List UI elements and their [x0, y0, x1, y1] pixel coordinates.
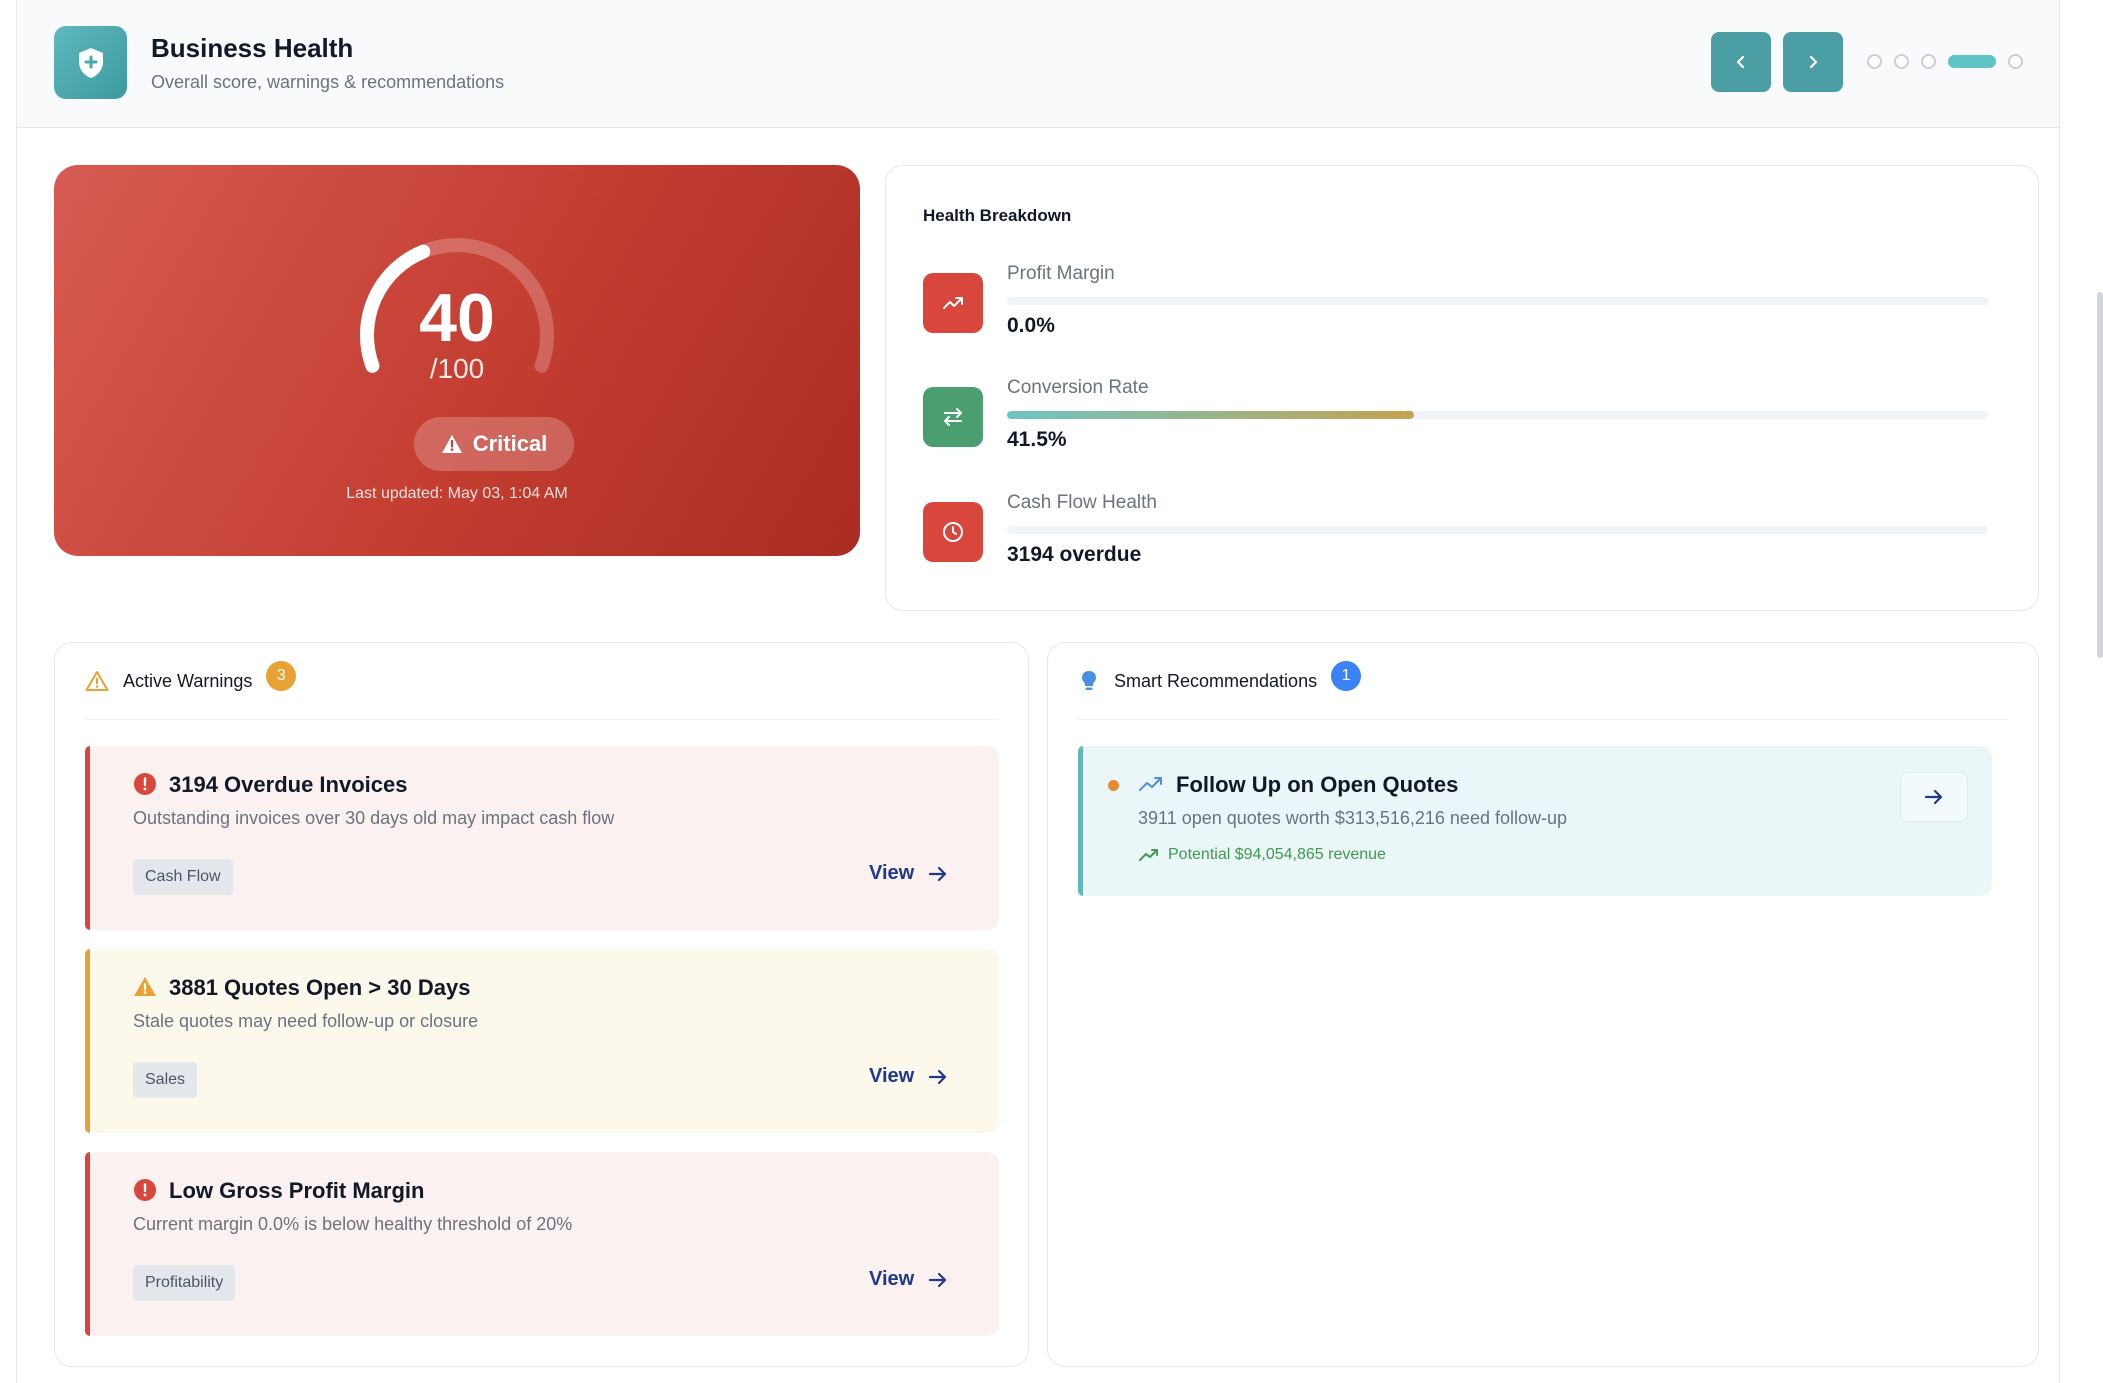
metric-label: Profit Margin: [1007, 263, 1115, 284]
view-button[interactable]: View: [869, 862, 948, 885]
chevron-right-icon: [1809, 55, 1818, 69]
trend-up-icon: [923, 273, 983, 333]
warning-description: Stale quotes may need follow-up or closu…: [133, 1011, 479, 1031]
potential-revenue: Potential $94,054,865 revenue: [1138, 846, 1386, 864]
metric-value: 0.0%: [1007, 314, 1055, 337]
metric-progress-track: [1007, 526, 1988, 534]
health-breakdown: Health Breakdown Profit Margin 0.0% Conv…: [885, 165, 2039, 611]
trend-up-icon: [1139, 849, 1158, 861]
arrow-right-icon: [929, 1272, 947, 1287]
recommendations-count-badge: 1: [1331, 661, 1362, 691]
lightbulb-icon: [1082, 671, 1096, 690]
page-subtitle: Overall score, warnings & recommendation…: [151, 72, 505, 92]
score-value: 40: [419, 280, 495, 356]
warning-tag: Cash Flow: [133, 859, 233, 895]
carousel-dot[interactable]: [1948, 54, 1996, 68]
warning-tag: Profitability: [133, 1265, 236, 1301]
last-updated: Last updated: May 03, 1:04 AM: [346, 485, 568, 502]
metric-progress-fill: [1007, 411, 1415, 419]
view-label: View: [869, 1065, 915, 1087]
score-max: /100: [429, 353, 485, 384]
warning-triangle-icon: [441, 435, 462, 453]
arrow-right-icon: [929, 866, 947, 881]
warnings-panel: Active Warnings 3 3194 Overdue Invoices …: [54, 642, 1029, 1367]
potential-label: Potential $94,054,865 revenue: [1168, 846, 1386, 863]
business-health-panel: Business Health Overall score, warnings …: [16, 0, 2060, 1383]
priority-dot: [1108, 780, 1119, 791]
view-button[interactable]: View: [869, 1268, 948, 1291]
metric-value: 41.5%: [1007, 428, 1067, 451]
metric-progress-track: [1007, 411, 1988, 419]
warning-title: 3194 Overdue Invoices: [169, 772, 408, 797]
view-button[interactable]: View: [869, 1065, 948, 1088]
metric-label: Cash Flow Health: [1007, 492, 1157, 513]
page-title: Business Health: [151, 33, 354, 63]
metric-cash-flow-health: Cash Flow Health 3194 overdue: [923, 492, 2003, 572]
trend-up-icon: [1139, 777, 1162, 791]
warnings-count-badge: 3: [266, 661, 297, 691]
alert-circle-icon: [134, 1179, 156, 1201]
recommendation-description: 3911 open quotes worth $313,516,216 need…: [1138, 808, 1568, 828]
warnings-header: Active Warnings 3: [85, 643, 999, 720]
warnings-title: Active Warnings: [123, 670, 253, 691]
warning-title: Low Gross Profit Margin: [169, 1178, 425, 1203]
status-badge: Critical: [414, 417, 574, 471]
recommendations-title: Smart Recommendations: [1114, 670, 1318, 691]
warning-card: 3881 Quotes Open > 30 Days Stale quotes …: [85, 949, 999, 1133]
warning-title: 3881 Quotes Open > 30 Days: [169, 975, 471, 1000]
view-label: View: [869, 1268, 915, 1290]
warning-card: Low Gross Profit Margin Current margin 0…: [85, 1152, 999, 1336]
carousel-dot[interactable]: [1921, 53, 1936, 69]
warning-card: 3194 Overdue Invoices Outstanding invoic…: [85, 746, 999, 930]
status-label: Critical: [472, 431, 548, 456]
metric-conversion-rate: Conversion Rate 41.5%: [923, 377, 2003, 457]
metric-profit-margin: Profit Margin 0.0%: [923, 263, 2003, 343]
recommendations-header: Smart Recommendations 1: [1078, 643, 2008, 720]
breakdown-title: Health Breakdown: [923, 206, 1072, 225]
carousel-dot[interactable]: [1894, 53, 1909, 69]
recommendation-card: Follow Up on Open Quotes 3911 open quote…: [1078, 746, 1992, 896]
swap-arrows-icon: [923, 387, 983, 447]
arrow-right-icon: [1924, 789, 1943, 805]
recommendations-panel: Smart Recommendations 1 Follow Up on Ope…: [1047, 642, 2039, 1367]
warning-description: Current margin 0.0% is below healthy thr…: [133, 1214, 573, 1234]
warning-triangle-icon: [134, 977, 156, 996]
carousel-dot[interactable]: [1867, 53, 1882, 69]
open-recommendation-button[interactable]: [1900, 772, 1968, 822]
clock-icon: [923, 502, 983, 562]
chevron-left-icon: [1736, 55, 1745, 69]
warning-tag: Sales: [133, 1062, 198, 1098]
arrow-right-icon: [929, 1069, 947, 1084]
warning-description: Outstanding invoices over 30 days old ma…: [133, 808, 615, 828]
carousel-dots: [1867, 53, 2023, 69]
metric-label: Conversion Rate: [1007, 377, 1149, 398]
view-label: View: [869, 862, 915, 884]
warning-triangle-icon: [85, 671, 109, 691]
metric-value: 3194 overdue: [1007, 543, 1142, 566]
prev-button[interactable]: [1711, 32, 1771, 92]
shield-plus-icon: [54, 26, 127, 99]
scrollbar-thumb[interactable]: [2097, 292, 2103, 658]
next-button[interactable]: [1783, 32, 1843, 92]
health-score-card: 40 /100 Critical Last updated: May 03, 1…: [54, 165, 860, 556]
alert-circle-icon: [134, 773, 156, 795]
carousel-dot[interactable]: [2008, 53, 2023, 69]
panel-header: Business Health Overall score, warnings …: [17, 0, 2059, 128]
recommendation-title: Follow Up on Open Quotes: [1176, 772, 1459, 797]
metric-progress-track: [1007, 297, 1988, 305]
